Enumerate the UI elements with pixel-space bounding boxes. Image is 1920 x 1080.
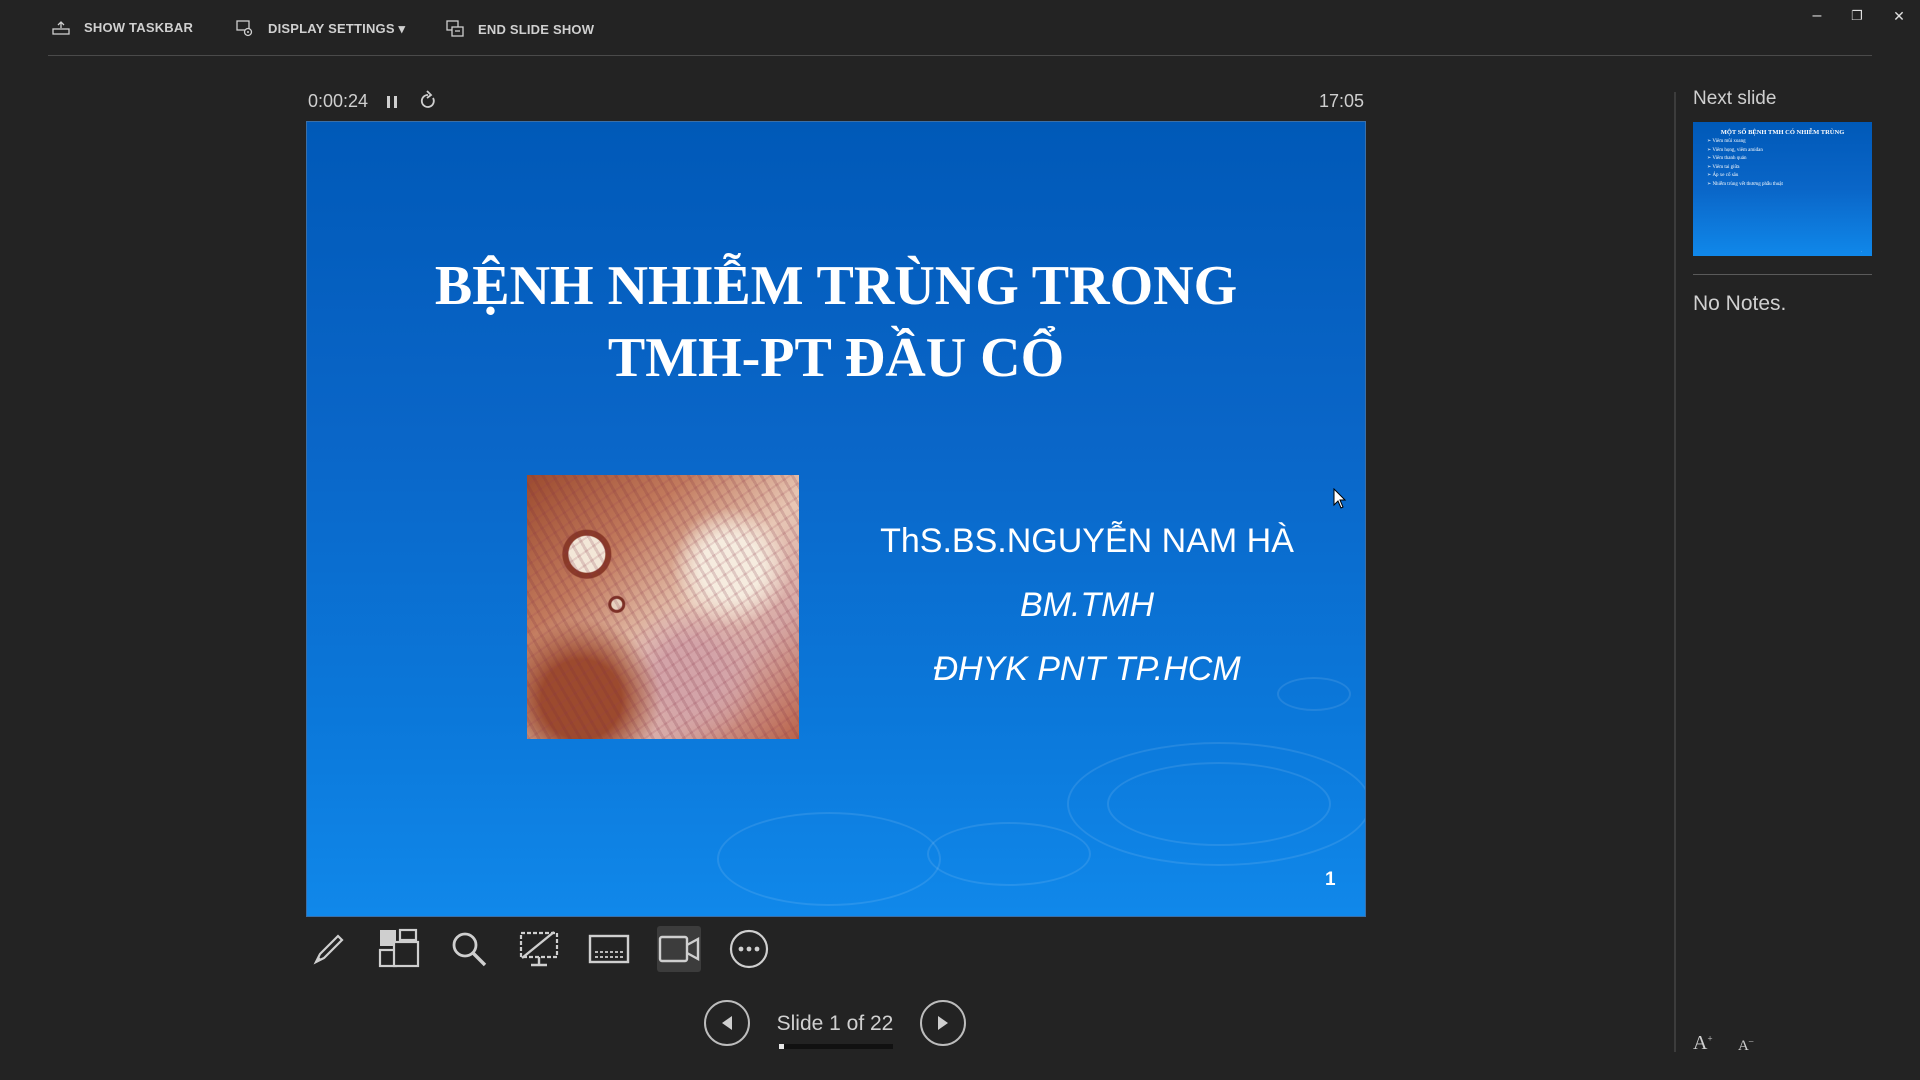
restart-timer-button[interactable] (418, 90, 438, 112)
slide-counter[interactable]: Slide 1 of 22 (760, 1012, 910, 1036)
see-all-slides-button[interactable] (377, 926, 421, 972)
next-slide-number: . (1860, 248, 1862, 253)
camera-button[interactable] (657, 926, 701, 972)
clock: 17:05 (1318, 91, 1364, 111)
ripple-decoration (927, 822, 1091, 886)
taskbar-icon (52, 20, 70, 35)
increase-font-button[interactable]: A+ (1693, 1032, 1713, 1055)
pause-icon (387, 96, 397, 108)
magnifier-icon (452, 932, 487, 967)
next-slide-bullet: ➢ Viêm thanh quản (1707, 156, 1747, 161)
previous-arrow-icon (722, 1016, 732, 1030)
next-slide-title: MỘT SỐ BỆNH TMH CÓ NHIỄM TRÙNG (1720, 129, 1845, 136)
screen-toggle-icon (519, 931, 559, 967)
slide-progress-fill (779, 1044, 785, 1049)
notes-divider (1693, 274, 1872, 275)
slide-number: 1 (1325, 869, 1336, 890)
end-slide-show-label: END SLIDE SHOW (478, 21, 595, 37)
current-slide[interactable]: BỆNH NHIỄM TRÙNG TRONG TMH-PT ĐẦU CỔ ThS… (307, 122, 1365, 916)
display-settings-icon (236, 20, 253, 37)
next-slide-thumbnail[interactable]: MỘT SỐ BỆNH TMH CÓ NHIỄM TRÙNG ➢ Viêm mũ… (1693, 122, 1872, 256)
zoom-button[interactable] (447, 926, 491, 972)
end-show-icon (446, 20, 464, 37)
next-slide-bullet: ➢ Viêm họng, viêm amiđan (1707, 147, 1763, 153)
subtitles-icon (588, 934, 630, 964)
ripple-decoration (1107, 762, 1331, 846)
slide-department: BM.TMH (1019, 586, 1155, 624)
close-button[interactable]: ✕ (1882, 4, 1916, 28)
increase-font-icon: A (1693, 1032, 1708, 1054)
side-panel-divider[interactable] (1674, 92, 1676, 1052)
slide-author: ThS.BS.NGUYỄN NAM HÀ (880, 522, 1294, 560)
show-taskbar-button[interactable]: SHOW TASKBAR (52, 20, 193, 35)
slide-school: ĐHYK PNT TP.HCM (933, 650, 1241, 688)
more-options-icon (729, 929, 769, 969)
close-icon: ✕ (1893, 7, 1905, 24)
next-slide-bullet: ➢ Áp xe cổ sâu (1707, 173, 1739, 178)
minimize-icon: – (1812, 7, 1822, 24)
display-settings-button[interactable]: DISPLAY SETTINGS ▾ (236, 20, 405, 38)
next-arrow-icon (938, 1016, 948, 1030)
presenter-top-bar: SHOW TASKBAR DISPLAY SETTINGS ▾ END SLID… (0, 0, 1920, 56)
minimize-button[interactable]: – (1800, 4, 1834, 28)
restore-button[interactable]: ❐ (1840, 4, 1874, 28)
decrease-font-icon: A (1738, 1038, 1749, 1054)
speaker-notes: No Notes. (1693, 292, 1787, 315)
display-settings-label: DISPLAY SETTINGS ▾ (268, 21, 406, 36)
next-slide-button[interactable] (920, 1000, 966, 1046)
next-slide-bullet: ➢ Nhiễm trùng vết thương phẫu thuật (1707, 181, 1783, 187)
previous-slide-button[interactable] (704, 1000, 750, 1046)
mouse-cursor-icon (1333, 488, 1347, 509)
slide-title: BỆNH NHIỄM TRÙNG TRONG TMH-PT ĐẦU CỔ (307, 250, 1365, 394)
restart-icon (420, 90, 435, 108)
camera-icon (658, 935, 700, 963)
elapsed-timer: 0:00:24 (308, 91, 369, 111)
next-slide-bullet: ➢ Viêm mũi xoang (1707, 139, 1746, 144)
top-divider (48, 55, 1872, 56)
pen-tool-button[interactable] (307, 926, 351, 972)
show-taskbar-label: SHOW TASKBAR (84, 20, 194, 35)
decrease-font-button[interactable]: A– (1738, 1036, 1753, 1055)
black-screen-button[interactable] (517, 926, 561, 972)
microscopy-image (527, 475, 799, 739)
next-slide-bullets: ➢ Viêm mũi xoang ➢ Viêm họng, viêm amiđan… (1707, 138, 1783, 189)
slide-title-line-2: TMH-PT ĐẦU CỔ (607, 327, 1065, 389)
slide-title-line-1: BỆNH NHIỄM TRÙNG TRONG (434, 255, 1238, 317)
slide-progress-bar (779, 1044, 893, 1049)
slides-grid-icon (378, 928, 420, 968)
pause-timer-button[interactable] (384, 92, 400, 112)
more-options-button[interactable] (727, 926, 771, 972)
restore-icon: ❐ (1851, 8, 1863, 23)
pen-icon (313, 934, 344, 965)
next-slide-label: Next slide (1693, 88, 1777, 109)
end-slide-show-button[interactable]: END SLIDE SHOW (446, 20, 594, 38)
ripple-decoration (717, 812, 941, 906)
next-slide-bullet: ➢ Viêm tai giữa (1707, 164, 1740, 170)
subtitles-button[interactable] (587, 926, 631, 972)
